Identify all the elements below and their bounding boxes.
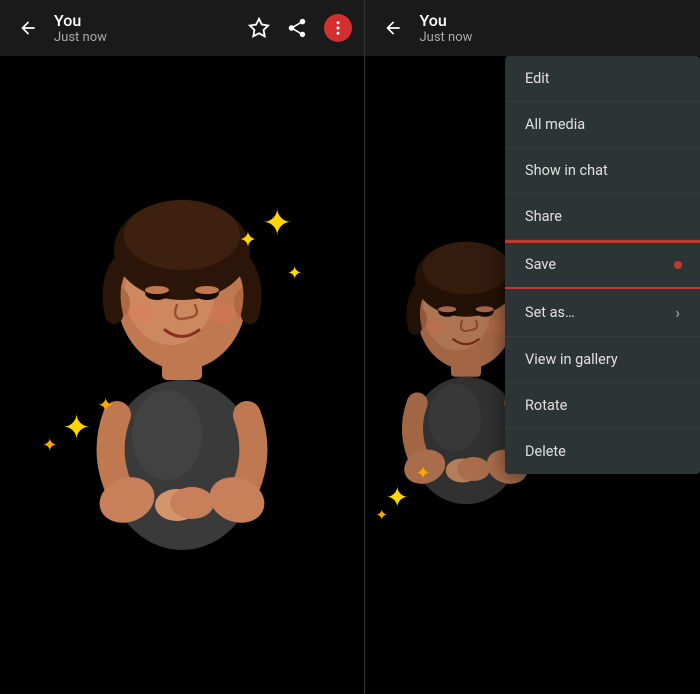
back-button[interactable]	[12, 12, 44, 44]
right-sparkle-2: ✦	[415, 463, 430, 484]
menu-item-show-in-chat[interactable]: Show in chat	[505, 148, 700, 194]
menu-item-set-as[interactable]: Set as… ›	[505, 289, 700, 337]
star-button[interactable]	[248, 17, 270, 39]
sparkle-1: ✦	[262, 205, 292, 241]
right-user-info: You Just now	[419, 11, 472, 45]
menu-item-all-media[interactable]: All media	[505, 102, 700, 148]
header-actions	[248, 14, 352, 42]
save-dot-indicator	[674, 261, 682, 269]
right-header: You Just now	[365, 0, 700, 56]
right-user-status: Just now	[419, 30, 472, 45]
left-header: You Just now	[0, 0, 364, 56]
menu-item-delete[interactable]: Delete	[505, 429, 700, 474]
right-sparkle-1: ✦	[385, 481, 408, 514]
menu-item-edit[interactable]: Edit	[505, 56, 700, 102]
sparkle-5: ✦	[97, 395, 114, 415]
right-back-button[interactable]	[377, 12, 409, 44]
sparkle-4: ✦	[62, 411, 91, 445]
user-name: You	[54, 11, 107, 30]
left-content-area: ✦ ✦ ✦ ✦ ✦ ✦	[0, 56, 364, 694]
right-sparkle-3: ✦	[375, 506, 388, 524]
menu-item-rotate[interactable]: Rotate	[505, 383, 700, 429]
sparkle-2: ✦	[239, 230, 257, 252]
right-panel: You Just now	[365, 0, 700, 694]
menu-item-view-in-gallery[interactable]: View in gallery	[505, 337, 700, 383]
header-left: You Just now	[12, 11, 248, 45]
right-user-name: You	[419, 11, 472, 30]
context-menu: Edit All media Show in chat Share Save S…	[505, 56, 700, 474]
user-status: Just now	[54, 30, 107, 45]
sparkle-6: ✦	[42, 437, 57, 455]
avatar-figure	[62, 195, 302, 555]
right-content-area: ✦ ✦ ✦ Edit All media Show in chat Share …	[365, 56, 700, 694]
chevron-right-icon: ›	[675, 303, 680, 322]
more-options-button[interactable]	[324, 14, 352, 42]
menu-item-save[interactable]: Save	[505, 240, 700, 289]
right-header-left: You Just now	[377, 11, 688, 45]
share-button[interactable]	[286, 17, 308, 39]
left-panel: You Just now ✦	[0, 0, 364, 694]
user-info: You Just now	[54, 11, 107, 45]
sparkle-3: ✦	[287, 265, 302, 283]
menu-item-share[interactable]: Share	[505, 194, 700, 240]
avatar-container: ✦ ✦ ✦ ✦ ✦ ✦	[42, 175, 322, 575]
